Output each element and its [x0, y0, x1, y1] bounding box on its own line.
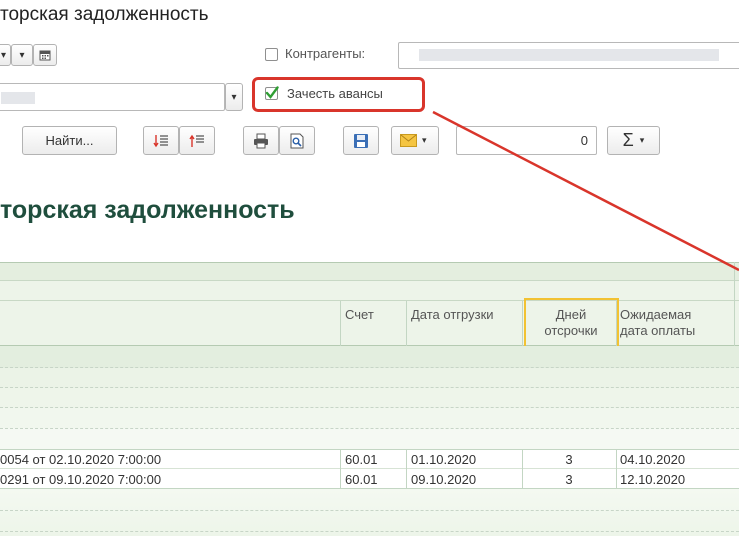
annotation-arrow: [432, 110, 739, 272]
